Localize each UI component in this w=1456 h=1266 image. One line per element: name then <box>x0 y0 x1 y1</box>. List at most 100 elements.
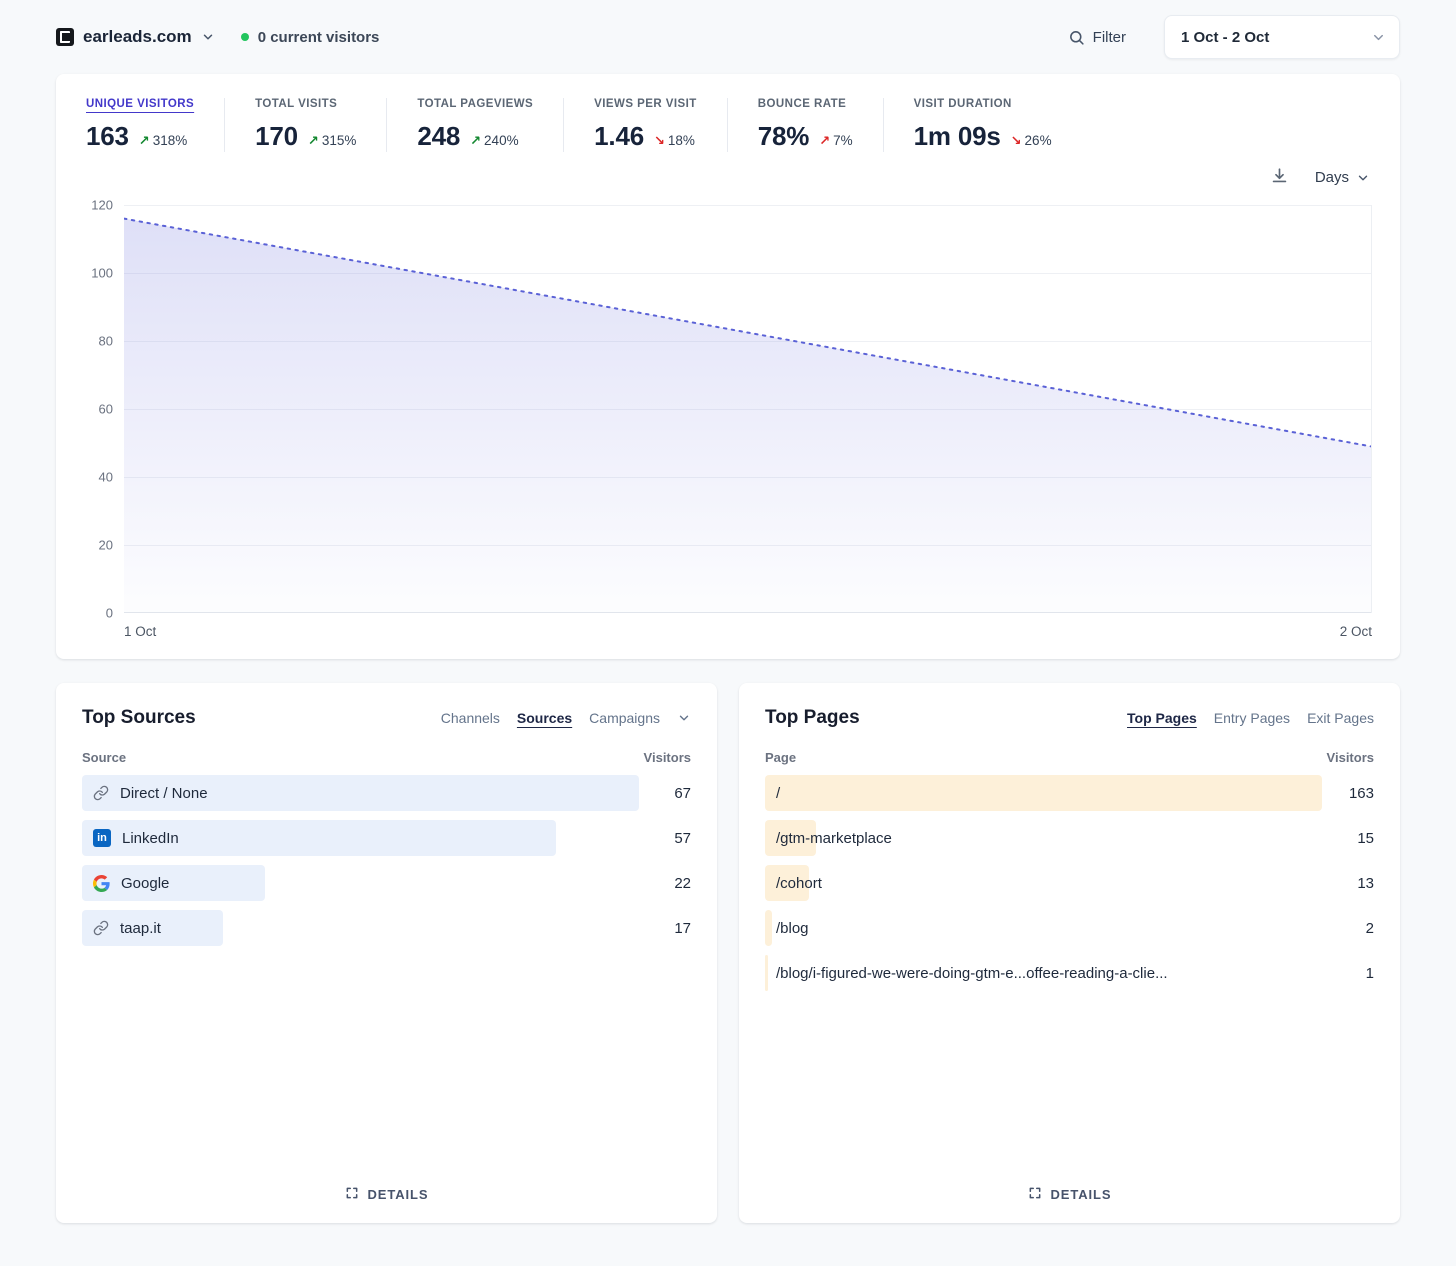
visitors-overview-card: UNIQUE VISITORS 163 ↗ 318% TOTAL VISITS … <box>56 74 1400 659</box>
chevron-down-icon <box>201 30 215 44</box>
site-favicon <box>56 28 74 46</box>
trend-down-icon: ↘ <box>1010 134 1022 149</box>
page-row[interactable]: /cohort 13 <box>765 865 1374 901</box>
date-range-label: 1 Oct - 2 Oct <box>1181 28 1270 46</box>
download-icon <box>1270 166 1289 189</box>
y-axis-label: 120 <box>91 197 113 213</box>
link-icon <box>93 785 109 801</box>
y-axis-label: 100 <box>91 265 113 281</box>
details-button[interactable]: DETAILS <box>82 1172 691 1203</box>
current-visitors-label: 0 current visitors <box>257 28 380 46</box>
stat-value: 78% <box>757 121 810 151</box>
chevron-down-icon <box>1371 30 1386 45</box>
page-row[interactable]: /blog 2 <box>765 910 1374 946</box>
y-axis-label: 80 <box>98 333 113 349</box>
stat-value: 163 <box>86 121 129 151</box>
column-header-page: Page <box>765 750 797 765</box>
expand-icon <box>345 1186 359 1203</box>
expand-icon <box>1028 1186 1042 1203</box>
page-label: /blog <box>776 919 809 937</box>
source-label: taap.it <box>120 919 161 937</box>
y-axis-label: 60 <box>98 401 113 417</box>
tab-entry-pages[interactable]: Entry Pages <box>1214 710 1290 726</box>
tab-campaigns[interactable]: Campaigns <box>589 710 660 726</box>
x-axis-label: 2 Oct <box>1339 624 1372 639</box>
page-visitors: 15 <box>1357 829 1374 847</box>
link-icon <box>93 920 109 936</box>
stat-visit-duration[interactable]: VISIT DURATION 1m 09s ↘ 26% <box>884 98 1082 152</box>
page-visitors: 13 <box>1357 874 1374 892</box>
tab-sources[interactable]: Sources <box>517 710 572 726</box>
page-label: /gtm-marketplace <box>776 829 892 847</box>
top-bar: earleads.com 0 current visitors Filter 1… <box>56 14 1400 60</box>
stat-change: 315% <box>321 133 357 148</box>
current-visitors-status[interactable]: 0 current visitors <box>240 28 380 46</box>
source-row[interactable]: Google 22 <box>82 865 691 901</box>
stat-change: 18% <box>667 133 695 148</box>
source-row[interactable]: taap.it 17 <box>82 910 691 946</box>
page-label: /cohort <box>776 874 822 892</box>
details-label: DETAILS <box>367 1187 429 1202</box>
area-chart-svg <box>124 217 1371 613</box>
stats-bar: UNIQUE VISITORS 163 ↗ 318% TOTAL VISITS … <box>84 98 1372 152</box>
details-button[interactable]: DETAILS <box>765 1172 1374 1203</box>
tab-top-pages[interactable]: Top Pages <box>1127 710 1197 726</box>
page-visitors: 1 <box>1365 964 1374 982</box>
export-button[interactable] <box>1270 166 1289 189</box>
stat-value: 170 <box>255 121 298 151</box>
stat-total-visits[interactable]: TOTAL VISITS 170 ↗ 315% <box>225 98 388 152</box>
source-row[interactable]: Direct / None 67 <box>82 775 691 811</box>
tab-exit-pages[interactable]: Exit Pages <box>1307 710 1374 726</box>
top-sources-title: Top Sources <box>82 707 196 728</box>
plot-area <box>124 205 1372 613</box>
chevron-down-icon[interactable] <box>677 711 691 725</box>
visitors-chart: 120 100 80 60 40 20 0 <box>84 198 1372 621</box>
stat-bounce-rate[interactable]: BOUNCE RATE 78% ↗ 7% <box>728 98 884 152</box>
stat-unique-visitors[interactable]: UNIQUE VISITORS 163 ↗ 318% <box>84 98 226 152</box>
date-range-picker[interactable]: 1 Oct - 2 Oct <box>1164 15 1400 59</box>
chart-fill <box>124 218 1371 613</box>
trend-up-icon: ↗ <box>819 134 831 149</box>
y-axis-label: 0 <box>105 605 113 621</box>
page-label: /blog/i-figured-we-were-doing-gtm-e...of… <box>776 964 1168 982</box>
source-visitors: 67 <box>674 784 691 802</box>
filter-button[interactable]: Filter <box>1068 29 1126 46</box>
y-axis-label: 20 <box>98 537 113 553</box>
page-row[interactable]: /blog/i-figured-we-were-doing-gtm-e...of… <box>765 955 1374 991</box>
x-axis: 1 Oct 2 Oct <box>124 624 1372 639</box>
column-header-source: Source <box>82 750 127 765</box>
source-label: Google <box>121 874 170 892</box>
page-visitors: 2 <box>1365 919 1374 937</box>
stat-change: 318% <box>152 133 188 148</box>
stat-label: UNIQUE VISITORS <box>86 98 195 110</box>
stat-change: 240% <box>484 133 519 148</box>
linkedin-icon: in <box>93 829 111 847</box>
top-pages-title: Top Pages <box>765 707 860 728</box>
tab-channels[interactable]: Channels <box>441 710 500 726</box>
source-label: Direct / None <box>120 784 208 802</box>
stat-views-per-visit[interactable]: VIEWS PER VISIT 1.46 ↘ 18% <box>564 98 728 152</box>
stat-change: 26% <box>1024 133 1052 148</box>
trend-up-icon: ↗ <box>138 134 150 149</box>
source-row[interactable]: in LinkedIn 57 <box>82 820 691 856</box>
source-label: LinkedIn <box>122 829 179 847</box>
y-axis: 120 100 80 60 40 20 0 <box>84 198 124 621</box>
page-row[interactable]: / 163 <box>765 775 1374 811</box>
google-icon <box>93 874 110 892</box>
interval-label: Days <box>1314 169 1349 186</box>
trend-up-icon: ↗ <box>307 134 319 149</box>
stat-total-pageviews[interactable]: TOTAL PAGEVIEWS 248 ↗ 240% <box>387 98 565 152</box>
site-name: earleads.com <box>83 27 192 46</box>
page-row[interactable]: /gtm-marketplace 15 <box>765 820 1374 856</box>
stat-label: VIEWS PER VISIT <box>594 98 697 110</box>
stat-label: TOTAL PAGEVIEWS <box>417 98 534 110</box>
site-picker[interactable]: earleads.com <box>56 27 215 47</box>
trend-down-icon: ↘ <box>653 134 665 149</box>
page-label: / <box>776 784 781 802</box>
column-header-visitors: Visitors <box>643 750 691 765</box>
trend-up-icon: ↗ <box>470 134 482 149</box>
stat-change: 7% <box>833 133 853 148</box>
interval-picker[interactable]: Days <box>1315 169 1370 186</box>
stat-value: 248 <box>417 121 461 151</box>
y-axis-label: 40 <box>98 469 113 485</box>
